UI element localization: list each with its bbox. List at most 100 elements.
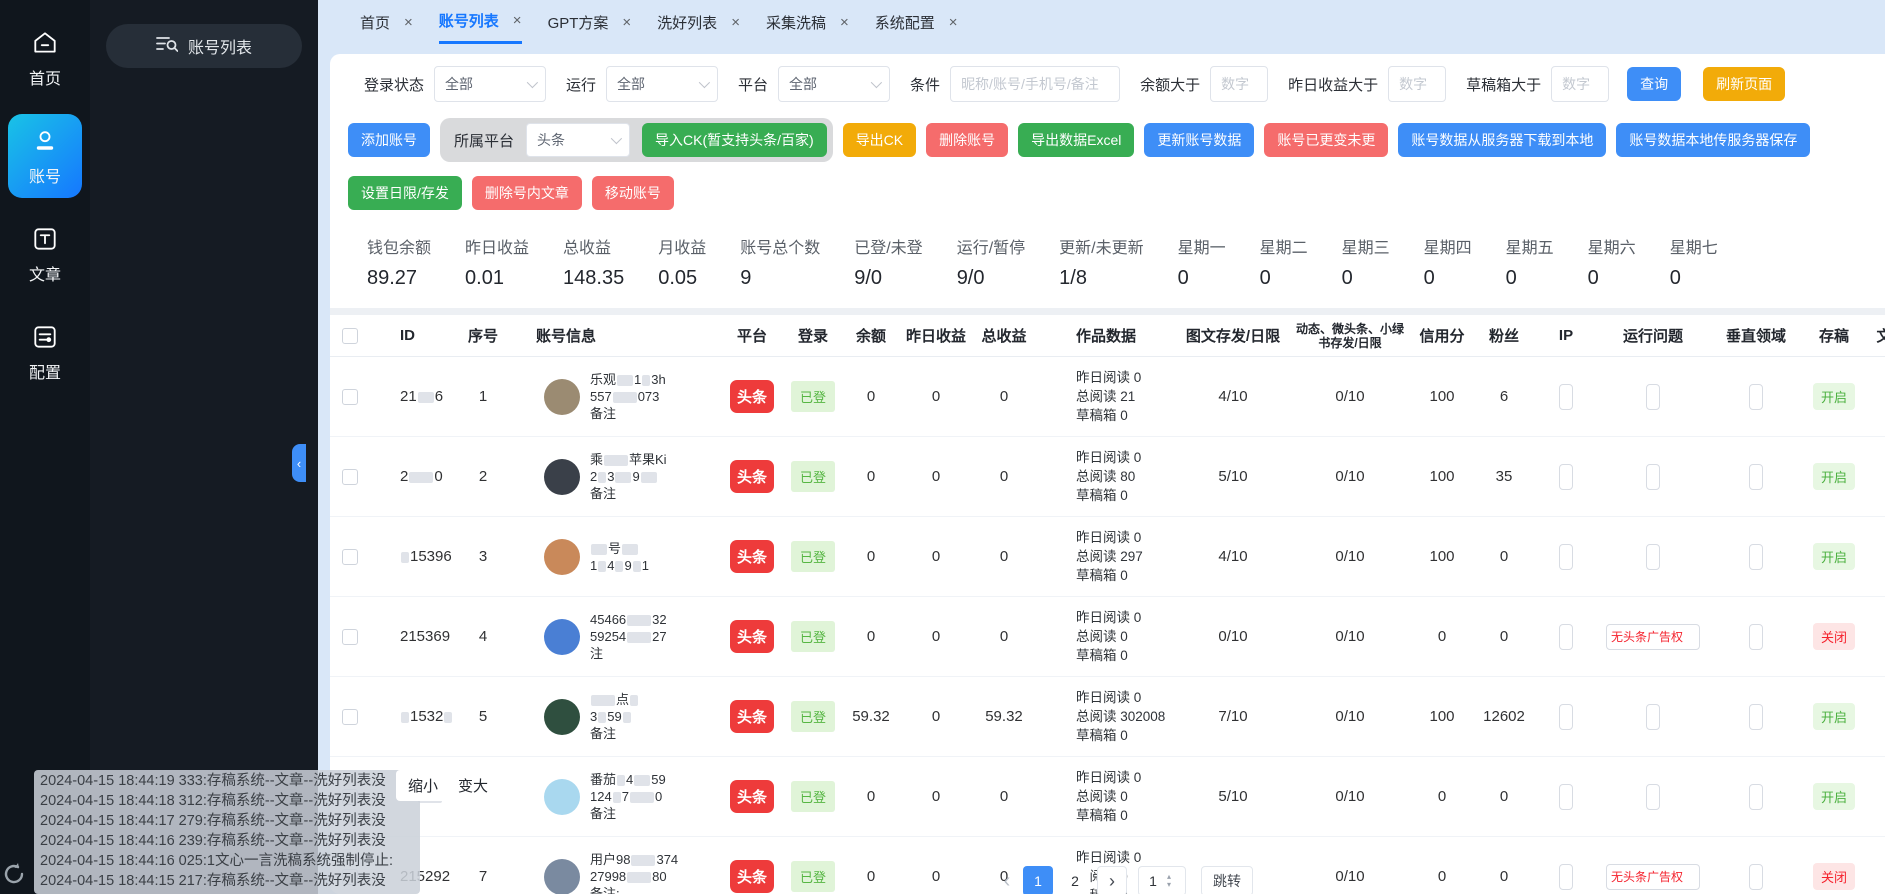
- store-status[interactable]: 开启: [1813, 543, 1855, 570]
- condition-input[interactable]: [950, 66, 1120, 102]
- upload-to-server-button[interactable]: 账号数据本地传服务器保存: [1616, 123, 1810, 157]
- run-issue-box[interactable]: [1646, 384, 1660, 410]
- store-status[interactable]: 开启: [1813, 383, 1855, 410]
- ip-box[interactable]: [1559, 464, 1573, 490]
- sidebar-item[interactable]: 首页: [8, 16, 82, 100]
- ip-box[interactable]: [1559, 784, 1573, 810]
- refresh-page-button[interactable]: 刷新页面: [1703, 67, 1785, 101]
- select-all-checkbox[interactable]: [342, 328, 358, 344]
- module-search[interactable]: 账号列表: [106, 24, 302, 68]
- tab[interactable]: 首页 ×: [360, 0, 413, 44]
- import-ck-button[interactable]: 导入CK(暂支持头条/百家): [642, 123, 827, 157]
- page-jump-input[interactable]: [1139, 873, 1167, 889]
- column-header[interactable]: 余额: [842, 325, 900, 346]
- vertical-field-box[interactable]: [1749, 544, 1763, 570]
- page-number[interactable]: 2: [1060, 866, 1090, 894]
- row-checkbox[interactable]: [342, 709, 358, 725]
- vertical-field-box[interactable]: [1749, 624, 1763, 650]
- login-status-select[interactable]: 全部: [434, 66, 546, 102]
- delete-articles-button[interactable]: 删除号内文章: [472, 176, 582, 210]
- vertical-field-box[interactable]: [1749, 784, 1763, 810]
- sidebar-item[interactable]: 账号: [8, 114, 82, 198]
- column-header[interactable]: 序号: [460, 325, 506, 346]
- collapse-panel-button[interactable]: ‹: [292, 444, 306, 482]
- ip-box[interactable]: [1559, 624, 1573, 650]
- vertical-field-box[interactable]: [1749, 704, 1763, 730]
- tab-close-icon[interactable]: ×: [840, 14, 849, 31]
- update-account-data-button[interactable]: 更新账号数据: [1144, 123, 1254, 157]
- move-account-button[interactable]: 移动账号: [592, 176, 674, 210]
- running-select[interactable]: 全部: [606, 66, 718, 102]
- store-status[interactable]: 关闭: [1813, 623, 1855, 650]
- platform-filter-select[interactable]: 全部: [778, 66, 890, 102]
- tab[interactable]: 采集洗稿 ×: [766, 0, 849, 44]
- column-header[interactable]: 垂直领域: [1708, 325, 1804, 346]
- tab[interactable]: 系统配置 ×: [875, 0, 958, 44]
- yesterday-gt-input[interactable]: [1388, 66, 1446, 102]
- column-header[interactable]: ID: [370, 327, 460, 344]
- jump-button[interactable]: 跳转: [1201, 866, 1253, 894]
- delete-account-button[interactable]: 删除账号: [926, 123, 1008, 157]
- tab[interactable]: GPT方案 ×: [548, 0, 632, 44]
- next-page-button[interactable]: ›: [1097, 866, 1127, 894]
- stepper-arrows[interactable]: ▴▾: [1167, 873, 1171, 889]
- tab-close-icon[interactable]: ×: [622, 14, 631, 31]
- tab[interactable]: 账号列表 ×: [439, 0, 522, 44]
- vertical-field-box[interactable]: [1749, 464, 1763, 490]
- tab-close-icon[interactable]: ×: [513, 12, 522, 29]
- row-checkbox[interactable]: [342, 389, 358, 405]
- set-daily-limit-button[interactable]: 设置日限/存发: [348, 176, 462, 210]
- tab-close-icon[interactable]: ×: [949, 14, 958, 31]
- column-header[interactable]: 存稿: [1804, 325, 1864, 346]
- vertical-field-box[interactable]: [1749, 864, 1763, 890]
- column-header[interactable]: 信用分: [1410, 325, 1474, 346]
- export-excel-button[interactable]: 导出数据Excel: [1018, 123, 1134, 157]
- query-button[interactable]: 查询: [1627, 67, 1681, 101]
- store-status[interactable]: 开启: [1813, 703, 1855, 730]
- vertical-field-box[interactable]: [1749, 384, 1763, 410]
- prev-page-button[interactable]: ‹: [998, 870, 1016, 893]
- log-shrink-button[interactable]: 缩小: [408, 775, 438, 796]
- log-enlarge-button[interactable]: 变大: [458, 775, 488, 796]
- tab-close-icon[interactable]: ×: [731, 14, 740, 31]
- run-issue-box[interactable]: [1646, 704, 1660, 730]
- column-header[interactable]: 登录: [784, 325, 842, 346]
- sidebar-item[interactable]: 文章: [8, 212, 82, 296]
- ip-box[interactable]: [1559, 544, 1573, 570]
- changed-not-updated-button[interactable]: 账号已更变未更: [1264, 123, 1388, 157]
- run-issue-box[interactable]: [1646, 784, 1660, 810]
- row-checkbox[interactable]: [342, 629, 358, 645]
- sidebar-item[interactable]: 配置: [8, 310, 82, 394]
- column-header[interactable]: 文: [1864, 325, 1885, 346]
- page-number[interactable]: 1: [1023, 866, 1053, 894]
- column-header[interactable]: IP: [1534, 327, 1598, 344]
- tab[interactable]: 洗好列表 ×: [657, 0, 740, 44]
- ip-box[interactable]: [1559, 384, 1573, 410]
- column-header[interactable]: 昨日收益: [900, 325, 972, 346]
- column-header[interactable]: 图文存发/日限: [1176, 325, 1290, 346]
- column-header[interactable]: 账号信息: [506, 325, 720, 346]
- balance-gt-input[interactable]: [1210, 66, 1268, 102]
- run-issue-box[interactable]: 无头条广告权: [1606, 624, 1700, 650]
- store-status[interactable]: 关闭: [1813, 863, 1855, 890]
- run-issue-box[interactable]: 无头条广告权: [1606, 864, 1700, 890]
- tab-close-icon[interactable]: ×: [404, 14, 413, 31]
- column-header[interactable]: 作品数据: [1036, 325, 1176, 346]
- run-issue-box[interactable]: [1646, 544, 1660, 570]
- store-status[interactable]: 开启: [1813, 463, 1855, 490]
- platform-group-select[interactable]: 头条: [526, 123, 630, 157]
- ip-box[interactable]: [1559, 704, 1573, 730]
- row-checkbox[interactable]: [342, 469, 358, 485]
- run-issue-box[interactable]: [1646, 464, 1660, 490]
- row-checkbox[interactable]: [342, 549, 358, 565]
- draft-gt-input[interactable]: [1551, 66, 1609, 102]
- column-header[interactable]: 平台: [720, 325, 784, 346]
- store-status[interactable]: 开启: [1813, 783, 1855, 810]
- column-header[interactable]: 粉丝: [1474, 325, 1534, 346]
- add-account-button[interactable]: 添加账号: [348, 123, 430, 157]
- column-header[interactable]: 运行问题: [1598, 325, 1708, 346]
- column-header[interactable]: 总收益: [972, 325, 1036, 346]
- ip-box[interactable]: [1559, 864, 1573, 890]
- export-ck-button[interactable]: 导出CK: [843, 123, 916, 157]
- download-to-local-button[interactable]: 账号数据从服务器下载到本地: [1398, 123, 1606, 157]
